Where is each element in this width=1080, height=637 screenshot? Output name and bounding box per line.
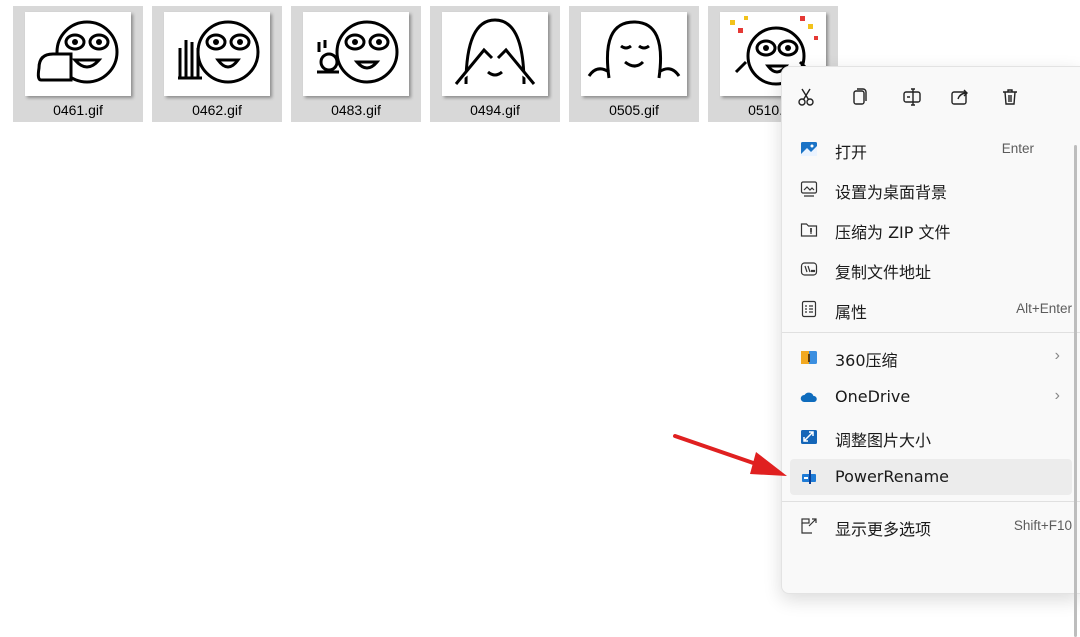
- shortcut-label: Shift+F10: [1013, 518, 1072, 533]
- menu-item-set-wallpaper[interactable]: 设置为桌面背景: [790, 171, 1072, 207]
- menu-item-compress-zip[interactable]: 压缩为 ZIP 文件: [790, 211, 1072, 247]
- menu-item-open[interactable]: 打开 Enter: [790, 131, 1072, 167]
- powerrename-icon: [800, 468, 818, 486]
- 360-compress-icon: [800, 348, 818, 366]
- file-item[interactable]: 0494.gif: [430, 6, 560, 122]
- file-name: 0461.gif: [53, 102, 103, 118]
- photo-icon: [800, 140, 818, 158]
- shortcut-label: Enter: [1001, 141, 1034, 156]
- shrug-face-icon: [581, 12, 687, 96]
- menu-item-copy-path[interactable]: 复制文件地址: [790, 251, 1072, 287]
- context-menu: 打开 Enter 设置为桌面背景 压缩为 ZIP 文件 复制文件地址 属性 Al…: [781, 66, 1080, 637]
- wave-face-icon: [164, 12, 270, 96]
- file-name: 0494.gif: [470, 102, 520, 118]
- share-icon[interactable]: [946, 83, 974, 111]
- rename-icon[interactable]: [898, 83, 926, 111]
- menu-item-label: OneDrive: [835, 387, 911, 406]
- menu-item-onedrive[interactable]: OneDrive ›: [790, 379, 1072, 415]
- menu-item-360-compress[interactable]: 360压缩 ›: [790, 339, 1072, 375]
- wallpaper-icon: [800, 180, 818, 198]
- menu-item-label: PowerRename: [835, 467, 949, 486]
- copy-icon[interactable]: [845, 83, 873, 111]
- menu-item-more-options[interactable]: 显示更多选项 Shift+F10: [790, 508, 1072, 544]
- image-resizer-icon: [800, 428, 818, 446]
- copy-path-icon: [800, 260, 818, 278]
- fist-face-icon: [25, 12, 131, 96]
- menu-item-label: 调整图片大小: [835, 431, 932, 450]
- scrollbar[interactable]: [1074, 145, 1077, 637]
- menu-separator: [782, 332, 1080, 333]
- cut-icon[interactable]: [792, 83, 820, 111]
- file-name: 0483.gif: [331, 102, 381, 118]
- chevron-right-icon: ›: [1054, 387, 1060, 404]
- more-options-icon: [800, 517, 818, 535]
- properties-icon: [800, 300, 818, 318]
- cover-eyes-face-icon: [442, 12, 548, 96]
- menu-item-label: 压缩为 ZIP 文件: [835, 223, 951, 242]
- file-item[interactable]: 0461.gif: [13, 6, 143, 122]
- menu-item-label: 显示更多选项: [835, 520, 932, 539]
- menu-separator: [782, 501, 1080, 502]
- file-item[interactable]: 0483.gif: [291, 6, 421, 122]
- menu-item-label: 打开: [835, 143, 868, 162]
- menu-item-label: 属性: [835, 303, 868, 322]
- menu-item-label: 360压缩: [835, 351, 898, 370]
- quick-action-bar: [782, 77, 1080, 117]
- menu-item-resize-image[interactable]: 调整图片大小: [790, 419, 1072, 455]
- menu-item-properties[interactable]: 属性 Alt+Enter: [790, 291, 1072, 327]
- file-name: 0505.gif: [609, 102, 659, 118]
- file-name: 0462.gif: [192, 102, 242, 118]
- shortcut-label: Alt+Enter: [1016, 301, 1072, 316]
- chevron-right-icon: ›: [1054, 347, 1060, 364]
- zip-folder-icon: [800, 220, 818, 238]
- menu-item-label: 复制文件地址: [835, 263, 932, 282]
- menu-item-powerrename[interactable]: PowerRename: [790, 459, 1072, 495]
- ok-hand-face-icon: [303, 12, 409, 96]
- delete-icon[interactable]: [996, 83, 1024, 111]
- file-item[interactable]: 0505.gif: [569, 6, 699, 122]
- menu-item-label: 设置为桌面背景: [835, 183, 948, 202]
- file-item[interactable]: 0462.gif: [152, 6, 282, 122]
- onedrive-icon: [800, 388, 818, 406]
